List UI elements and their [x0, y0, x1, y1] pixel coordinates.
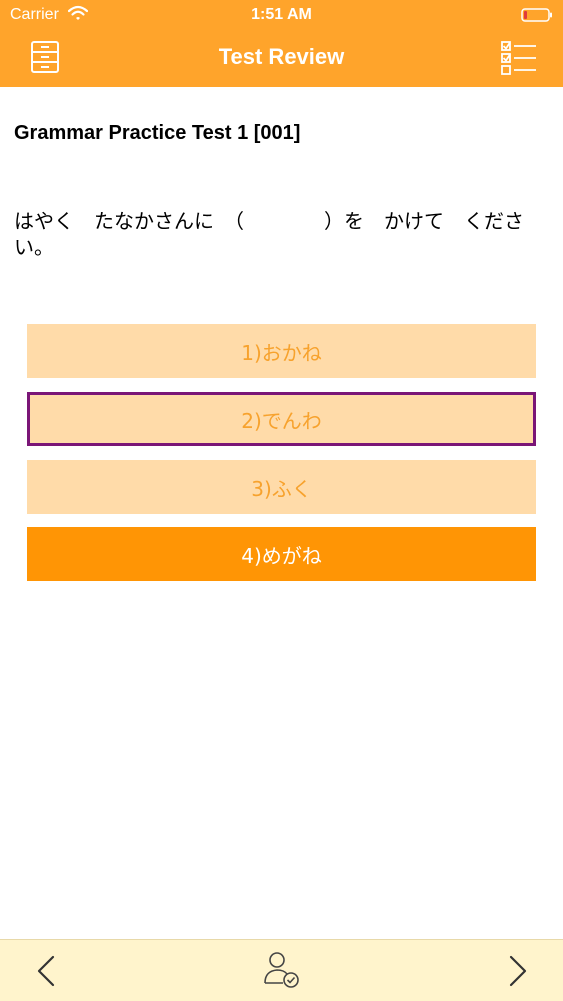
chevron-right-icon[interactable]	[506, 954, 530, 988]
answer-option-2[interactable]: 2)でんわ	[27, 392, 536, 446]
chevron-left-icon[interactable]	[34, 954, 58, 988]
page-title: Test Review	[218, 44, 345, 69]
status-bar: Carrier 1:51 AM	[0, 0, 563, 30]
question-text: はやく たなかさんに （ ）を かけて ください。	[14, 209, 524, 259]
battery-icon	[521, 8, 552, 22]
app-header: Carrier 1:51 AM Test Review	[0, 0, 563, 87]
answer-option-1[interactable]: 1)おかね	[27, 324, 536, 378]
bottom-toolbar	[0, 939, 563, 1001]
checklist-icon[interactable]	[500, 40, 538, 76]
user-check-icon[interactable]	[262, 950, 300, 990]
test-title: Grammar Practice Test 1 [001]	[14, 122, 301, 144]
answer-option-3[interactable]: 3)ふく	[27, 460, 536, 514]
status-time: 1:51 AM	[251, 6, 312, 23]
answer-option-4[interactable]: 4)めがね	[27, 527, 536, 581]
